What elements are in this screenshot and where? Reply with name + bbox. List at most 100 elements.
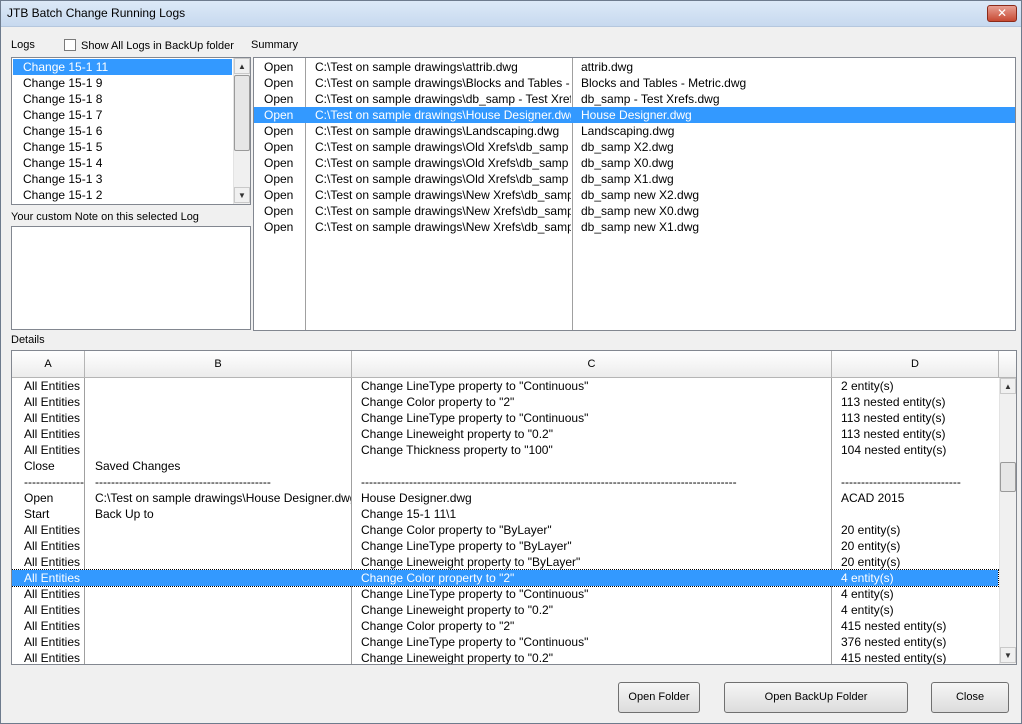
- details-row[interactable]: All Entities Change Lineweight property t…: [12, 602, 998, 618]
- details-scrollbar[interactable]: ▲ ▼: [999, 378, 1016, 664]
- summary-cell: C:\Test on sample drawings\Blocks and Ta…: [315, 76, 571, 90]
- scroll-down-icon[interactable]: ▼: [234, 187, 250, 203]
- summary-cell: db_samp new X1.dwg: [581, 220, 700, 234]
- logs-scrollbar[interactable]: ▲ ▼: [233, 58, 250, 204]
- details-cell: [95, 538, 351, 554]
- summary-list[interactable]: Open C:\Test on sample drawings\attrib.dw…: [253, 57, 1016, 331]
- details-row[interactable]: All Entities Change LineType property to …: [12, 410, 998, 426]
- scroll-up-icon[interactable]: ▲: [1000, 378, 1016, 394]
- summary-row[interactable]: Open C:\Test on sample drawings\db_samp -…: [254, 91, 1015, 107]
- details-cell: ------------------------------: [841, 475, 961, 489]
- close-window-icon[interactable]: ✕: [987, 5, 1017, 22]
- summary-cell: Open: [264, 220, 294, 234]
- summary-row[interactable]: Open C:\Test on sample drawings\attrib.dw…: [254, 59, 1015, 75]
- column-header-c[interactable]: C: [352, 351, 832, 378]
- summary-row[interactable]: Open C:\Test on sample drawings\New Xrefs…: [254, 203, 1015, 219]
- log-list-item[interactable]: Change 15-1 6: [13, 123, 232, 139]
- details-cell: 20 entity(s): [841, 539, 901, 553]
- details-row[interactable]: All Entities Change LineType property to …: [12, 378, 998, 394]
- log-list-item[interactable]: Change 15-1 2: [13, 187, 232, 203]
- details-cell: Change Lineweight property to "0.2": [361, 603, 553, 617]
- details-row[interactable]: All Entities Change Color property to "2"…: [12, 569, 999, 587]
- log-list-item[interactable]: Change 15-1 11: [13, 59, 232, 75]
- details-cell: 104 nested entity(s): [841, 443, 947, 457]
- details-cell: [95, 410, 351, 426]
- details-row[interactable]: All Entities Change Lineweight property t…: [12, 426, 998, 442]
- open-folder-button[interactable]: Open Folder: [618, 682, 700, 713]
- details-row[interactable]: All Entities Change Color property to "2"…: [12, 618, 998, 634]
- details-row[interactable]: All Entities Change Thickness property to…: [12, 442, 998, 458]
- summary-row[interactable]: Open C:\Test on sample drawings\Old Xrefs…: [254, 171, 1015, 187]
- summary-row[interactable]: Open C:\Test on sample drawings\Old Xrefs…: [254, 155, 1015, 171]
- summary-cell: C:\Test on sample drawings\New Xrefs\db_…: [315, 204, 571, 218]
- log-list-item[interactable]: Change 15-1 5: [13, 139, 232, 155]
- details-row[interactable]: All Entities Change Color property to "By…: [12, 522, 998, 538]
- log-list-item[interactable]: Change 15-1 9: [13, 75, 232, 91]
- show-all-logs-label[interactable]: Show All Logs in BackUp folder: [81, 40, 234, 52]
- close-button[interactable]: Close: [931, 682, 1009, 713]
- details-row[interactable]: All Entities Change LineType property to …: [12, 634, 998, 650]
- details-cell: [95, 602, 351, 618]
- details-cell: 376 nested entity(s): [841, 635, 947, 649]
- summary-row[interactable]: Open C:\Test on sample drawings\Landscapi…: [254, 123, 1015, 139]
- title-bar: JTB Batch Change Running Logs ✕: [1, 1, 1021, 27]
- details-cell: ----------------------------------------…: [361, 475, 737, 489]
- details-row[interactable]: Open C:\Test on sample drawings\House Des…: [12, 490, 998, 506]
- summary-row[interactable]: Open C:\Test on sample drawings\Blocks an…: [254, 75, 1015, 91]
- summary-row[interactable]: Open C:\Test on sample drawings\Old Xrefs…: [254, 139, 1015, 155]
- details-row[interactable]: All Entities Change Lineweight property t…: [12, 650, 998, 665]
- summary-cell: db_samp X2.dwg: [581, 140, 674, 154]
- log-list-item[interactable]: Change 15-1 3: [13, 171, 232, 187]
- details-cell: 415 nested entity(s): [841, 619, 947, 633]
- scroll-thumb[interactable]: [1000, 462, 1016, 492]
- summary-cell: db_samp - Test Xrefs.dwg: [581, 92, 720, 106]
- summary-cell: db_samp new X2.dwg: [581, 188, 700, 202]
- details-row[interactable]: All Entities Change LineType property to …: [12, 538, 998, 554]
- details-cell: Change LineType property to "ByLayer": [361, 539, 572, 553]
- details-cell: ----------------: [24, 475, 84, 489]
- column-header-a[interactable]: A: [12, 351, 85, 378]
- open-backup-folder-button[interactable]: Open BackUp Folder: [724, 682, 908, 713]
- details-row[interactable]: All Entities Change Lineweight property t…: [12, 554, 998, 570]
- column-header-d[interactable]: D: [832, 351, 999, 378]
- details-cell: Saved Changes: [95, 459, 181, 473]
- scroll-up-icon[interactable]: ▲: [234, 58, 250, 74]
- logs-listbox[interactable]: ▲ ▼ Change 15-1 11 Change 15-1 9 Change 15…: [11, 57, 251, 205]
- details-cell: [95, 586, 351, 602]
- summary-cell: C:\Test on sample drawings\New Xrefs\db_…: [315, 188, 571, 202]
- details-cell: Change 15-1 11\1: [361, 507, 457, 521]
- log-list-item[interactable]: Change 15-1 8: [13, 91, 232, 107]
- summary-cell: Blocks and Tables - Metric.dwg: [581, 76, 747, 90]
- details-cell: 4 entity(s): [841, 587, 894, 601]
- scroll-down-icon[interactable]: ▼: [1000, 647, 1016, 663]
- summary-row[interactable]: Open C:\Test on sample drawings\New Xrefs…: [254, 187, 1015, 203]
- scroll-thumb[interactable]: [234, 75, 250, 151]
- details-row[interactable]: ---------------- ------------------------…: [12, 474, 998, 490]
- summary-cell: db_samp X0.dwg: [581, 156, 674, 170]
- details-row[interactable]: Close Saved Changes: [12, 458, 998, 474]
- summary-cell: Open: [264, 60, 294, 74]
- details-cell: [361, 458, 831, 474]
- details-grid[interactable]: A B C D All Entities Change LineType prop…: [11, 350, 1017, 665]
- column-header-b[interactable]: B: [85, 351, 352, 378]
- log-list-item[interactable]: Change 15-1 7: [13, 107, 232, 123]
- details-cell: Change Color property to "2": [361, 571, 515, 585]
- summary-row[interactable]: Open C:\Test on sample drawings\House Des…: [254, 107, 1015, 123]
- show-all-logs-checkbox[interactable]: [64, 39, 76, 51]
- summary-row[interactable]: Open C:\Test on sample drawings\New Xrefs…: [254, 219, 1015, 235]
- details-cell: Change Lineweight property to "0.2": [361, 427, 553, 441]
- details-row[interactable]: All Entities Change LineType property to …: [12, 586, 998, 602]
- details-cell: 415 nested entity(s): [841, 651, 947, 665]
- details-cell: All Entities: [24, 603, 81, 617]
- details-cell: House Designer.dwg: [361, 491, 472, 505]
- details-cell: All Entities: [24, 539, 81, 553]
- summary-label: Summary: [251, 39, 299, 51]
- details-cell: 113 nested entity(s): [841, 427, 946, 441]
- details-cell: [95, 554, 351, 570]
- log-list-item[interactable]: Change 15-1 4: [13, 155, 232, 171]
- details-row[interactable]: All Entities Change Color property to "2"…: [12, 394, 998, 410]
- custom-note-textarea[interactable]: [11, 226, 251, 330]
- details-cell: [95, 570, 351, 586]
- details-cell: [841, 506, 998, 522]
- details-row[interactable]: Start Back Up to Change 15-1 11\1: [12, 506, 998, 522]
